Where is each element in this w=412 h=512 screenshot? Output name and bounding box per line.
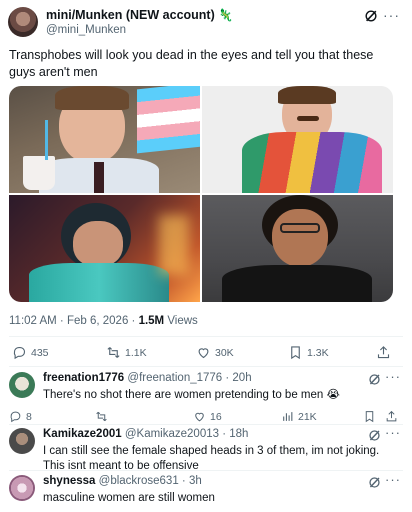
- author-handle[interactable]: @mini_Munken: [46, 24, 126, 36]
- bookmark-icon: [291, 346, 300, 360]
- media-photo-1[interactable]: [9, 86, 200, 193]
- reply-views-count: 21K: [298, 410, 317, 423]
- author-display-name[interactable]: mini/Munken (NEW account) 🦎: [46, 8, 233, 22]
- bookmark-count: 1.3K: [307, 346, 329, 359]
- reply-count: 435: [31, 346, 49, 359]
- divider: [9, 366, 403, 367]
- reply-handle-time: @blackrose631 · 3h: [98, 475, 202, 487]
- grok-slash-icon[interactable]: [368, 373, 381, 386]
- repost-count: 1.1K: [125, 346, 147, 359]
- share-upload-icon: [377, 346, 390, 359]
- reply-reply-button[interactable]: 8: [9, 410, 32, 423]
- grok-slash-icon[interactable]: [368, 476, 381, 489]
- repost-button[interactable]: 1.1K: [106, 345, 147, 360]
- divider: [9, 336, 403, 337]
- media-photo-4[interactable]: [202, 195, 393, 302]
- reply-handle-time: @Kamikaze20013 · 18h: [124, 428, 249, 440]
- divider: [9, 424, 403, 425]
- reply-author[interactable]: freenation1776 @freenation_1776 · 20h: [43, 372, 252, 384]
- like-button[interactable]: 30K: [196, 345, 234, 360]
- reply-author[interactable]: Kamikaze2001 @Kamikaze20013 · 18h: [43, 428, 248, 440]
- grok-slash-icon[interactable]: [368, 429, 381, 442]
- post-views-count: 1.5M: [138, 315, 165, 327]
- media-photo-3[interactable]: [9, 195, 200, 302]
- reply-avatar[interactable]: [9, 372, 35, 398]
- more-dots-icon[interactable]: ···: [383, 7, 400, 23]
- reply-reply-count: 8: [26, 410, 32, 423]
- reply-display-name[interactable]: Kamikaze2001: [43, 428, 122, 440]
- reply-like-button[interactable]: 16: [193, 410, 222, 423]
- media-grid: [9, 86, 393, 302]
- post-timestamp[interactable]: 11:02 AM · Feb 6, 2026 ·: [9, 315, 139, 327]
- reply-bubble-icon: [13, 346, 26, 360]
- share-upload-icon: [386, 410, 397, 422]
- post-text: Transphobes will look you dead in the ey…: [9, 48, 374, 79]
- bookmark-icon: [365, 411, 374, 423]
- reply-bubble-icon: [10, 411, 21, 423]
- more-dots-icon[interactable]: ···: [385, 425, 401, 440]
- repost-arrows-icon: [96, 411, 107, 422]
- reply-text: masculine women are still women: [43, 492, 215, 504]
- reply-item[interactable]: shynessa @blackrose631 · 3h ··· masculin…: [9, 472, 405, 509]
- views-bars-icon: [283, 412, 293, 421]
- reply-author[interactable]: shynessa @blackrose631 · 3h: [43, 475, 202, 487]
- reply-repost-button[interactable]: [95, 410, 112, 423]
- media-photo-2[interactable]: [202, 86, 393, 193]
- reply-avatar[interactable]: [9, 428, 35, 454]
- reply-item[interactable]: freenation1776 @freenation_1776 · 20h ··…: [9, 369, 405, 428]
- reply-bookmark-button[interactable]: [363, 410, 376, 423]
- bookmark-button[interactable]: 1.3K: [288, 345, 329, 360]
- reply-avatar[interactable]: [9, 475, 35, 501]
- heart-icon: [195, 412, 204, 422]
- post-action-bar: 435 1.1K 30K 1.3K: [12, 345, 398, 365]
- grok-slash-icon[interactable]: [364, 9, 378, 23]
- reply-item[interactable]: Kamikaze2001 @Kamikaze20013 · 18h ··· I …: [9, 425, 405, 472]
- reply-display-name[interactable]: shynessa: [43, 475, 95, 487]
- reply-views-button[interactable]: 21K: [281, 410, 317, 423]
- reply-handle-time: @freenation_1776 · 20h: [127, 372, 252, 384]
- post-header: mini/Munken (NEW account) 🦎 @mini_Munken…: [8, 7, 404, 37]
- author-name-emoji: 🦎: [218, 8, 234, 22]
- author-name-text[interactable]: mini/Munken (NEW account): [46, 8, 215, 22]
- post-views-label: Views: [164, 315, 198, 327]
- like-count: 30K: [215, 346, 234, 359]
- more-dots-icon[interactable]: ···: [385, 369, 401, 384]
- post-meta: 11:02 AM · Feb 6, 2026 · 1.5M Views: [9, 315, 198, 327]
- reply-text: There's no shot there are women pretendi…: [43, 389, 340, 401]
- author-avatar[interactable]: [8, 7, 38, 37]
- repost-arrows-icon: [107, 347, 120, 358]
- heart-icon: [198, 348, 209, 359]
- post-container: mini/Munken (NEW account) 🦎 @mini_Munken…: [0, 0, 412, 512]
- more-dots-icon[interactable]: ···: [385, 472, 401, 487]
- reply-display-name[interactable]: freenation1776: [43, 372, 124, 384]
- reply-button[interactable]: 435: [12, 345, 49, 360]
- reply-share-button[interactable]: [385, 410, 398, 423]
- reply-like-count: 16: [210, 410, 222, 423]
- share-button[interactable]: [376, 345, 391, 360]
- divider: [9, 470, 403, 471]
